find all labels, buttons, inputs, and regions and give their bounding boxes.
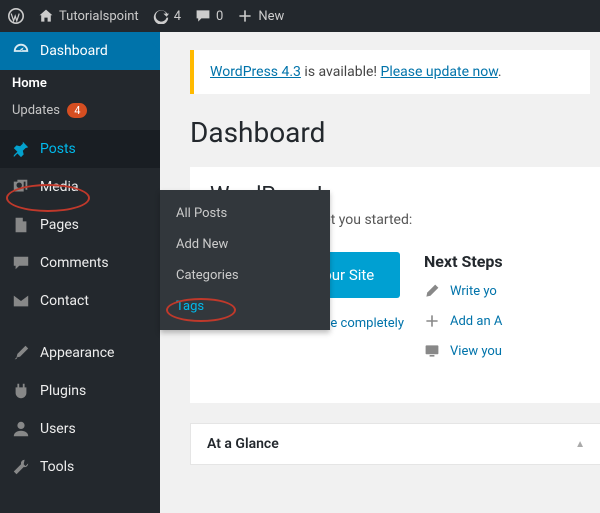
step-add-page[interactable]: Add an A xyxy=(424,313,582,329)
sidebar-label: Posts xyxy=(40,141,76,157)
flyout-tags[interactable]: Tags xyxy=(160,291,330,322)
sidebar-label: Media xyxy=(40,179,79,195)
dashboard-icon xyxy=(12,42,30,60)
flyout-categories[interactable]: Categories xyxy=(160,260,330,291)
sidebar-label: Contact xyxy=(40,293,89,309)
notice-version-link[interactable]: WordPress 4.3 xyxy=(210,64,301,80)
pin-icon xyxy=(12,140,30,158)
plugin-icon xyxy=(12,382,30,400)
updates-badge: 4 xyxy=(67,103,87,118)
collapse-icon[interactable]: ▲ xyxy=(575,439,585,450)
posts-flyout: All Posts Add New Categories Tags xyxy=(160,190,330,330)
sidebar-item-pages[interactable]: Pages xyxy=(0,206,160,244)
page-title: Dashboard xyxy=(190,116,600,149)
sidebar-label: Dashboard xyxy=(40,43,108,59)
admin-sidebar: Dashboard Home Updates 4 Posts Media Pag… xyxy=(0,32,160,513)
flyout-add-new[interactable]: Add New xyxy=(160,229,330,260)
sidebar-label: Pages xyxy=(40,217,79,233)
wp-logo[interactable] xyxy=(8,8,24,24)
mail-icon xyxy=(12,292,30,310)
home-icon xyxy=(38,8,54,24)
plus-icon xyxy=(237,8,253,24)
wordpress-icon xyxy=(8,8,24,24)
step-view-site[interactable]: View you xyxy=(424,343,582,359)
sidebar-item-comments[interactable]: Comments xyxy=(0,244,160,282)
media-icon xyxy=(12,178,30,196)
sidebar-item-plugins[interactable]: Plugins xyxy=(0,372,160,410)
step-write-post[interactable]: Write yo xyxy=(424,283,582,299)
next-steps-title: Next Steps xyxy=(424,252,582,271)
sidebar-item-contact[interactable]: Contact xyxy=(0,282,160,320)
new-label: New xyxy=(258,9,284,24)
comments-icon xyxy=(12,254,30,272)
page-icon xyxy=(12,216,30,234)
glance-title: At a Glance xyxy=(207,436,279,452)
refresh-icon xyxy=(153,8,169,24)
sidebar-label: Tools xyxy=(40,459,74,475)
sidebar-item-dashboard[interactable]: Dashboard xyxy=(0,32,160,70)
sidebar-item-media[interactable]: Media xyxy=(0,168,160,206)
sidebar-item-appearance[interactable]: Appearance xyxy=(0,334,160,372)
at-a-glance-panel[interactable]: At a Glance ▲ xyxy=(190,423,600,465)
sidebar-item-users[interactable]: Users xyxy=(0,410,160,448)
notice-update-link[interactable]: Please update now xyxy=(381,64,498,80)
sidebar-label: Plugins xyxy=(40,383,86,399)
flyout-all-posts[interactable]: All Posts xyxy=(160,198,330,229)
sidebar-sub-home[interactable]: Home xyxy=(0,70,160,97)
site-name: Tutorialspoint xyxy=(59,9,139,24)
sidebar-item-tools[interactable]: Tools xyxy=(0,448,160,486)
comments-count: 0 xyxy=(216,9,223,24)
wrench-icon xyxy=(12,458,30,476)
topbar-new[interactable]: New xyxy=(237,8,284,24)
topbar-comments[interactable]: 0 xyxy=(195,8,223,24)
screen-icon xyxy=(424,343,440,359)
sidebar-label: Appearance xyxy=(40,345,114,361)
sidebar-label: Users xyxy=(40,421,76,437)
site-link[interactable]: Tutorialspoint xyxy=(38,8,139,24)
comment-icon xyxy=(195,8,211,24)
update-notice: WordPress 4.3 is available! Please updat… xyxy=(190,50,590,94)
users-icon xyxy=(12,420,30,438)
topbar-updates[interactable]: 4 xyxy=(153,8,181,24)
updates-count: 4 xyxy=(174,9,181,24)
admin-topbar: Tutorialspoint 4 0 New xyxy=(0,0,600,32)
pencil-icon xyxy=(424,283,440,299)
sidebar-sub-updates[interactable]: Updates 4 xyxy=(0,97,160,124)
brush-icon xyxy=(12,344,30,362)
plus-icon xyxy=(424,313,440,329)
sidebar-item-posts[interactable]: Posts xyxy=(0,130,160,168)
sidebar-label: Comments xyxy=(40,255,109,271)
